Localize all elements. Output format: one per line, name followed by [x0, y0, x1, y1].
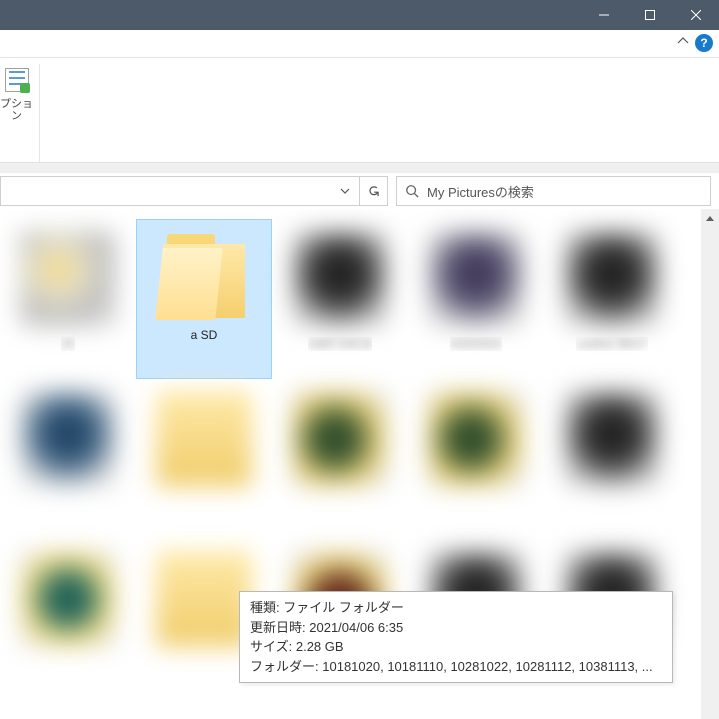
folder-name-label: 20	[61, 337, 74, 351]
file-list-area[interactable]: 20 a SD AMD DACB DDDDDD cod4ss 96GT 種類: ファイル…	[0, 209, 701, 719]
folder-thumbnail	[564, 231, 660, 327]
folder-icon	[159, 238, 249, 318]
options-icon	[5, 68, 29, 92]
folder-item[interactable]	[136, 379, 272, 539]
tooltip-type-value: ファイル フォルダー	[283, 600, 404, 615]
folder-thumbnail	[292, 231, 388, 327]
help-icon[interactable]: ?	[695, 34, 713, 52]
folder-thumbnail	[428, 391, 524, 487]
folder-item[interactable]: cod4ss 96GT	[544, 219, 680, 379]
folder-thumbnail	[292, 391, 388, 487]
address-search-row: ↻ My Picturesの検索	[0, 173, 719, 209]
tooltip-folders-value: 10181020, 10181110, 10281022, 10281112, …	[322, 659, 652, 674]
tooltip-modified-label: 更新日時:	[250, 620, 306, 635]
tooltip-folders-label: フォルダー:	[250, 659, 319, 674]
folder-tooltip: 種類: ファイル フォルダー 更新日時: 2021/04/06 6:35 サイズ…	[239, 591, 673, 683]
folder-thumbnail	[156, 391, 252, 487]
refresh-icon: ↻	[364, 185, 382, 198]
ribbon-toolbar: プション	[0, 58, 719, 163]
folder-item[interactable]: a SD	[136, 219, 272, 379]
address-history-dropdown[interactable]	[331, 177, 359, 205]
window-maximize-button[interactable]	[627, 0, 673, 30]
ribbon-options-label: プション	[0, 98, 33, 122]
folder-thumbnail	[156, 551, 252, 647]
folder-name-label: a SD	[191, 328, 218, 342]
folder-name-label: DDDDDD	[450, 337, 502, 351]
search-placeholder: My Picturesの検索	[427, 182, 534, 201]
search-box[interactable]: My Picturesの検索	[396, 176, 711, 206]
folder-thumbnail	[20, 231, 116, 327]
folder-item[interactable]	[0, 379, 136, 539]
folder-item[interactable]: AMD DACB	[272, 219, 408, 379]
ribbon-collapse-icon[interactable]	[677, 34, 689, 52]
folder-item[interactable]	[544, 379, 680, 539]
tooltip-size-label: サイズ:	[250, 639, 292, 654]
folder-thumbnail	[20, 551, 116, 647]
folder-name-label: AMD DACB	[308, 337, 371, 351]
refresh-button[interactable]: ↻	[359, 177, 387, 205]
ribbon-separator	[0, 163, 719, 173]
scroll-up-arrow-icon[interactable]	[701, 209, 719, 227]
menubar: ?	[0, 30, 719, 58]
folder-item[interactable]	[408, 379, 544, 539]
search-icon	[405, 184, 419, 198]
folder-item[interactable]	[0, 539, 136, 699]
folder-thumbnail	[564, 391, 660, 487]
window-titlebar	[0, 0, 719, 30]
tooltip-type-label: 種類:	[250, 600, 280, 615]
folder-item[interactable]: 20	[0, 219, 136, 379]
folder-item[interactable]: DDDDDD	[408, 219, 544, 379]
window-close-button[interactable]	[673, 0, 719, 30]
vertical-scrollbar[interactable]	[701, 209, 719, 719]
tooltip-modified-value: 2021/04/06 6:35	[309, 620, 403, 635]
tooltip-size-value: 2.28 GB	[296, 639, 344, 654]
folder-thumbnail	[20, 391, 116, 487]
folder-name-label: cod4ss 96GT	[576, 337, 647, 351]
window-minimize-button[interactable]	[581, 0, 627, 30]
folder-item[interactable]	[272, 379, 408, 539]
ribbon-group-options[interactable]: プション	[0, 64, 40, 162]
address-bar[interactable]: ↻	[0, 176, 388, 206]
folder-thumbnail	[428, 231, 524, 327]
